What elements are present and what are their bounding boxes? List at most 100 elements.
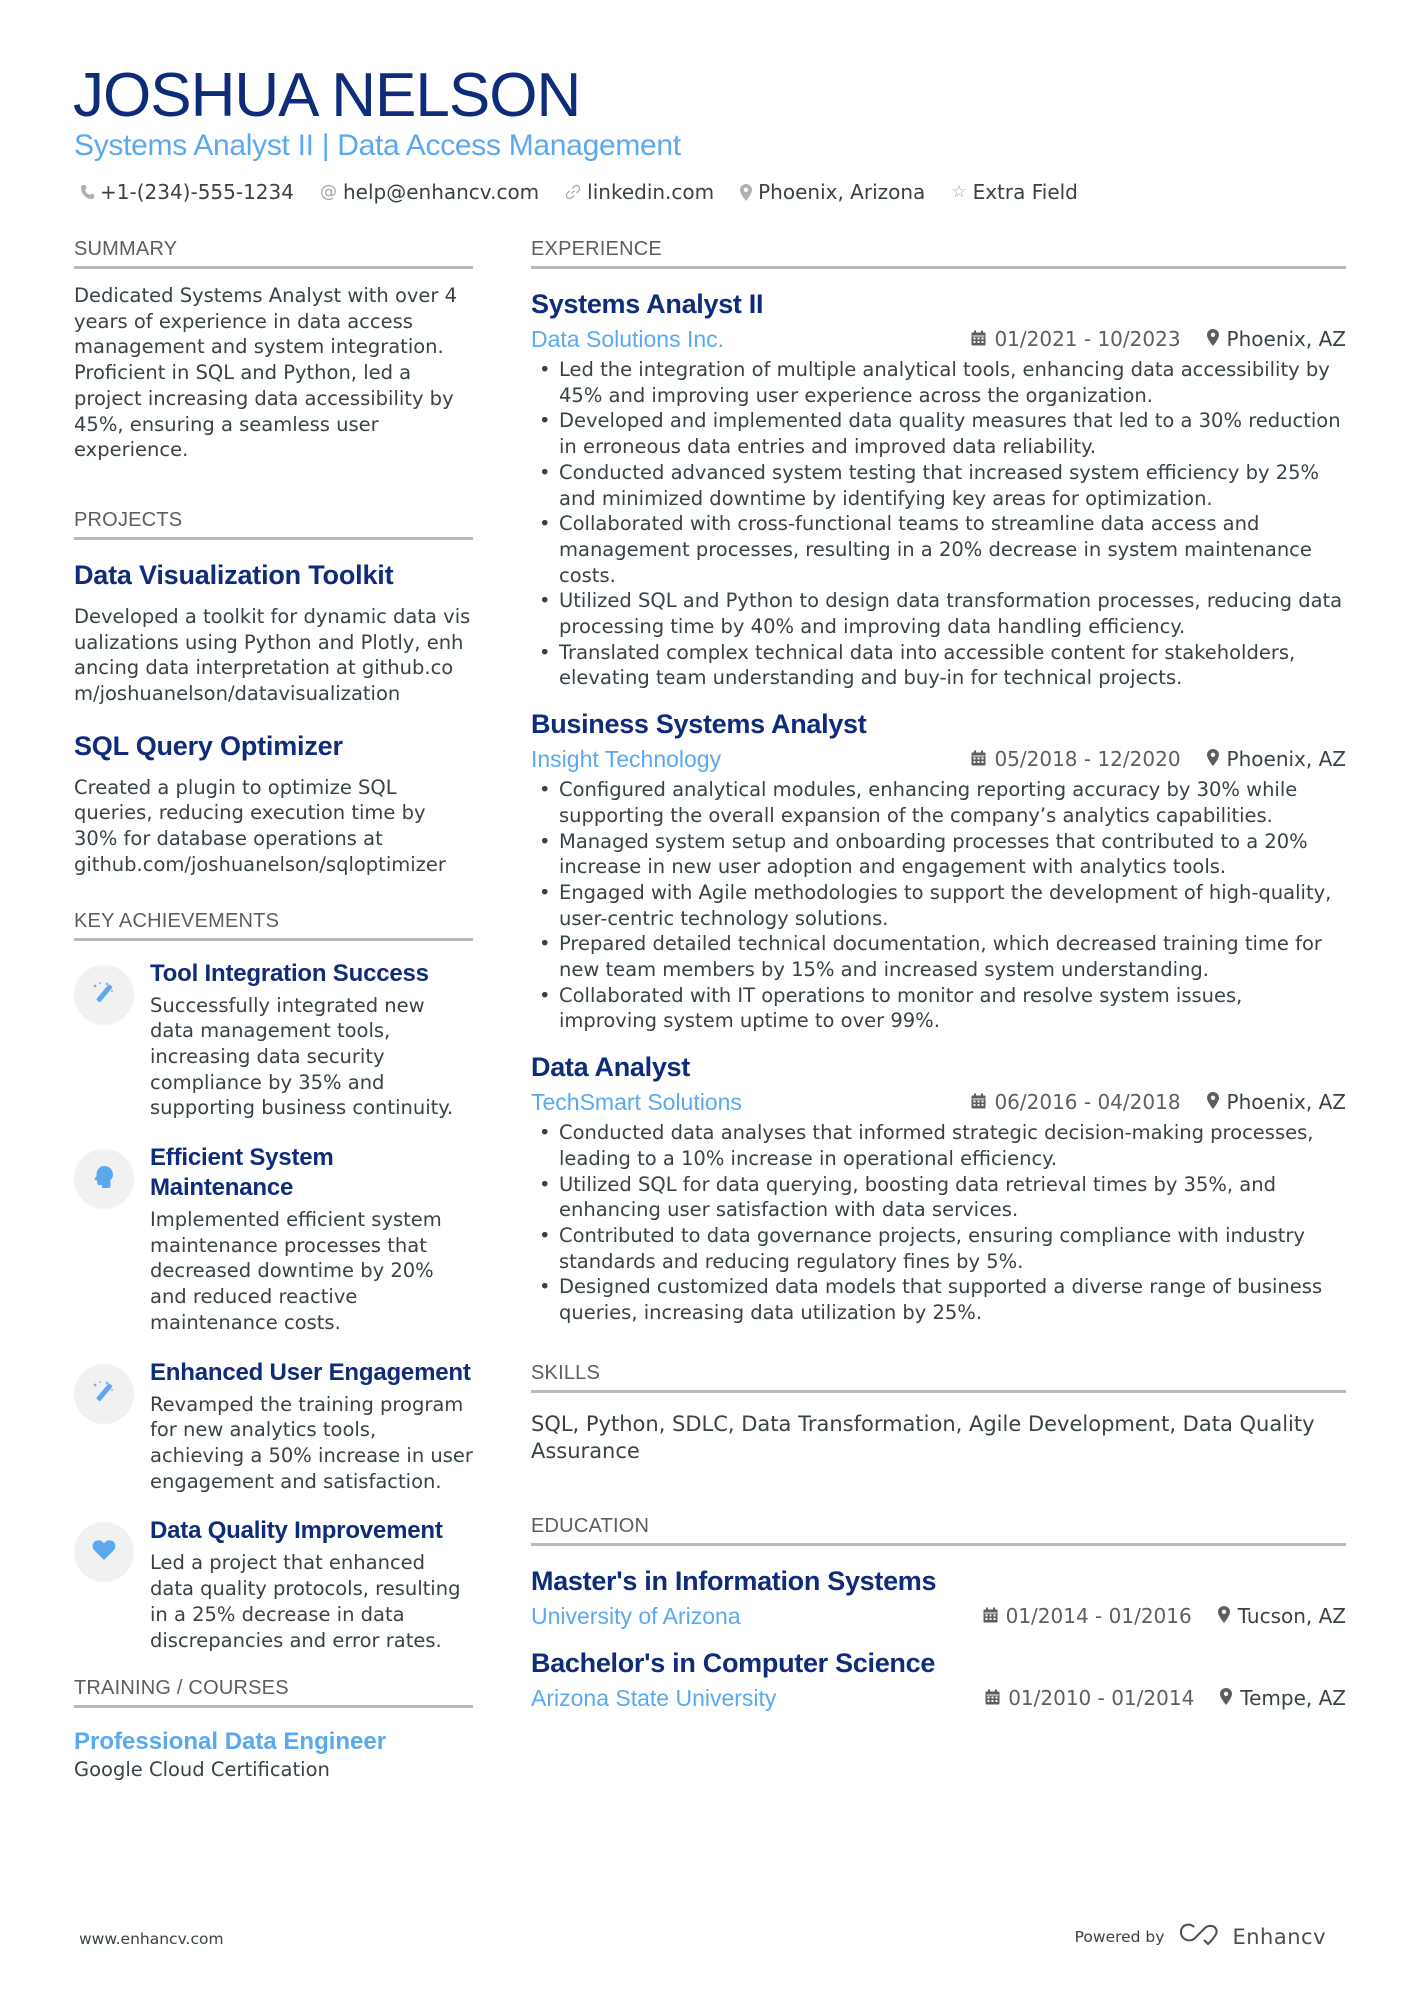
candidate-name: JOSHUA NELSON bbox=[73, 61, 581, 130]
job-bullet: Engaged with Agile methodologies to supp… bbox=[531, 880, 1346, 931]
job-subheader: Insight Technology 05/2018 - 12/2020 Pho… bbox=[531, 743, 1346, 775]
contact-location: Phoenix, Arizona bbox=[740, 178, 925, 206]
training-title: Professional Data Engineer bbox=[74, 1728, 387, 1756]
contact-extra: ☆ Extra Field bbox=[951, 178, 1078, 206]
job-bullet: Designed customized data models that sup… bbox=[531, 1274, 1346, 1325]
projects-section: PROJECTS Data Visualization Toolkit Deve… bbox=[74, 507, 473, 878]
achievement-body: Enhanced User Engagement Revamped the tr… bbox=[150, 1358, 473, 1495]
education-section: EDUCATION Master's in Information System… bbox=[531, 1513, 1346, 1714]
achievement-description: Implemented efficient system maintenance… bbox=[150, 1208, 442, 1334]
job-dates: 06/2016 - 04/2018 bbox=[994, 1090, 1181, 1115]
job-meta: 01/2021 - 10/2023 Phoenix, AZ bbox=[971, 325, 1346, 353]
project-title: SQL Query Optimizer bbox=[74, 730, 343, 761]
company-name: Data Solutions Inc. bbox=[531, 326, 725, 352]
job-bullets: Configured analytical modules, enhancing… bbox=[531, 777, 1346, 1034]
contact-location-text: Phoenix, Arizona bbox=[758, 180, 926, 204]
education-meta: 01/2014 - 01/2016 Tucson, AZ bbox=[983, 1602, 1346, 1630]
contact-linkedin-text: linkedin.com bbox=[587, 180, 715, 204]
job-entry: Data Analyst TechSmart Solutions 06/2016… bbox=[531, 1050, 1346, 1326]
calendar-icon bbox=[971, 325, 986, 353]
degree-title: Bachelor's in Computer Science bbox=[531, 1647, 936, 1678]
experience-heading: EXPERIENCE bbox=[531, 236, 1346, 269]
achievement-item: Tool Integration Success Successfully in… bbox=[74, 959, 473, 1122]
project-item: SQL Query Optimizer Created a plugin to … bbox=[74, 729, 473, 878]
skills-section: SKILLS SQL, Python, SDLC, Data Transform… bbox=[531, 1360, 1346, 1465]
brand-name: Enhancv bbox=[1232, 1924, 1326, 1949]
magic-wand-icon bbox=[91, 1379, 117, 1409]
skills-heading: SKILLS bbox=[531, 1360, 1346, 1393]
location-pin-icon bbox=[1220, 1684, 1233, 1712]
enhancv-logo-icon bbox=[1178, 1922, 1222, 1951]
education-subheader: University of Arizona 01/2014 - 01/2016 … bbox=[531, 1600, 1346, 1632]
calendar-icon bbox=[985, 1684, 1000, 1712]
location-pin-icon bbox=[1217, 1602, 1230, 1630]
training-subtitle: Google Cloud Certification bbox=[74, 1758, 330, 1782]
achievement-body: Efficient System Maintenance Implemented… bbox=[150, 1143, 473, 1336]
calendar-icon bbox=[971, 1088, 986, 1116]
job-dates: 01/2021 - 10/2023 bbox=[994, 327, 1181, 351]
link-icon bbox=[565, 184, 581, 200]
job-bullet: Contributed to data governance projects,… bbox=[531, 1223, 1346, 1274]
achievement-description: Revamped the training program for new an… bbox=[150, 1392, 473, 1493]
job-title: Data Analyst bbox=[531, 1052, 690, 1083]
education-location: Tucson, AZ bbox=[1237, 1603, 1346, 1628]
summary-section: SUMMARY Dedicated Systems Analyst with o… bbox=[74, 236, 473, 463]
job-bullet: Led the integration of multiple analytic… bbox=[531, 357, 1346, 408]
job-title: Systems Analyst II bbox=[531, 289, 764, 319]
job-location: Phoenix, AZ bbox=[1226, 327, 1346, 351]
contact-phone-text: +1-(234)-555-1234 bbox=[100, 180, 294, 204]
job-meta: 05/2018 - 12/2020 Phoenix, AZ bbox=[971, 745, 1346, 773]
achievement-icon-circle bbox=[74, 1363, 134, 1424]
at-icon: @ bbox=[319, 182, 337, 202]
project-description: Created a plugin to optimize SQL queries… bbox=[74, 775, 446, 876]
footer-website-link[interactable]: www.enhancv.com bbox=[79, 1930, 224, 1948]
contact-phone[interactable]: +1-(234)-555-1234 bbox=[80, 178, 294, 206]
brand: Enhancv bbox=[1178, 1922, 1326, 1951]
job-bullet: Collaborated with IT operations to monit… bbox=[531, 983, 1346, 1034]
job-bullet: Utilized SQL for data querying, boosting… bbox=[531, 1172, 1346, 1223]
achievement-item: Enhanced User Engagement Revamped the tr… bbox=[74, 1358, 473, 1495]
contact-linkedin[interactable]: linkedin.com bbox=[565, 178, 714, 206]
location-pin-icon bbox=[1206, 325, 1219, 353]
job-bullet: Prepared detailed technical documentatio… bbox=[531, 931, 1346, 982]
job-title: Business Systems Analyst bbox=[531, 709, 867, 740]
contact-email-text: help@enhancv.com bbox=[342, 180, 540, 204]
candidate-title: Systems Analyst II | Data Access Managem… bbox=[74, 129, 681, 162]
achievement-icon-circle bbox=[74, 1522, 134, 1583]
achievement-title: Tool Integration Success bbox=[150, 959, 429, 987]
heart-icon bbox=[92, 1539, 116, 1565]
star-icon: ☆ bbox=[951, 182, 967, 202]
left-column: SUMMARY Dedicated Systems Analyst with o… bbox=[74, 236, 473, 1783]
job-meta: 06/2016 - 04/2018 Phoenix, AZ bbox=[971, 1088, 1346, 1116]
phone-icon bbox=[80, 184, 94, 200]
education-dates: 01/2014 - 01/2016 bbox=[1005, 1603, 1192, 1628]
experience-section: EXPERIENCE Systems Analyst II Data Solut… bbox=[531, 236, 1346, 1326]
degree-title: Master's in Information Systems bbox=[531, 1565, 937, 1596]
contact-email[interactable]: @ help@enhancv.com bbox=[320, 178, 539, 206]
achievements-heading: KEY ACHIEVEMENTS bbox=[74, 908, 473, 941]
achievement-description: Successfully integrated new data managem… bbox=[150, 993, 454, 1120]
education-heading: EDUCATION bbox=[531, 1513, 1346, 1546]
job-entry: Systems Analyst II Data Solutions Inc. 0… bbox=[531, 287, 1346, 691]
achievement-icon-circle bbox=[74, 964, 134, 1025]
job-entry: Business Systems Analyst Insight Technol… bbox=[531, 707, 1346, 1034]
job-bullet: Utilized SQL and Python to design data t… bbox=[531, 588, 1346, 639]
location-pin-icon bbox=[1206, 745, 1219, 773]
contact-bar: +1-(234)-555-1234 @ help@enhancv.com lin… bbox=[80, 178, 1078, 206]
achievement-body: Tool Integration Success Successfully in… bbox=[150, 959, 473, 1122]
footer-branding[interactable]: Powered by Enhancv bbox=[1075, 1922, 1326, 1951]
project-description: Developed a toolkit for dynamic data vis… bbox=[74, 604, 471, 706]
contact-extra-text: Extra Field bbox=[972, 180, 1078, 204]
training-section: TRAINING / COURSES Professional Data Eng… bbox=[74, 1675, 473, 1783]
job-subheader: Data Solutions Inc. 01/2021 - 10/2023 Ph… bbox=[531, 323, 1346, 355]
summary-heading: SUMMARY bbox=[74, 236, 473, 269]
training-heading: TRAINING / COURSES bbox=[74, 1675, 473, 1709]
job-bullets: Led the integration of multiple analytic… bbox=[531, 357, 1346, 691]
achievement-icon-circle bbox=[74, 1149, 134, 1210]
project-title: Data Visualization Toolkit bbox=[74, 559, 394, 590]
achievements-section: KEY ACHIEVEMENTS Tool Integration Succes… bbox=[74, 908, 473, 1654]
school-name: Arizona State University bbox=[531, 1684, 777, 1711]
job-bullet: Developed and implemented data quality m… bbox=[531, 408, 1346, 459]
job-bullet: Conducted advanced system testing that i… bbox=[531, 460, 1346, 511]
job-dates: 05/2018 - 12/2020 bbox=[994, 747, 1181, 772]
